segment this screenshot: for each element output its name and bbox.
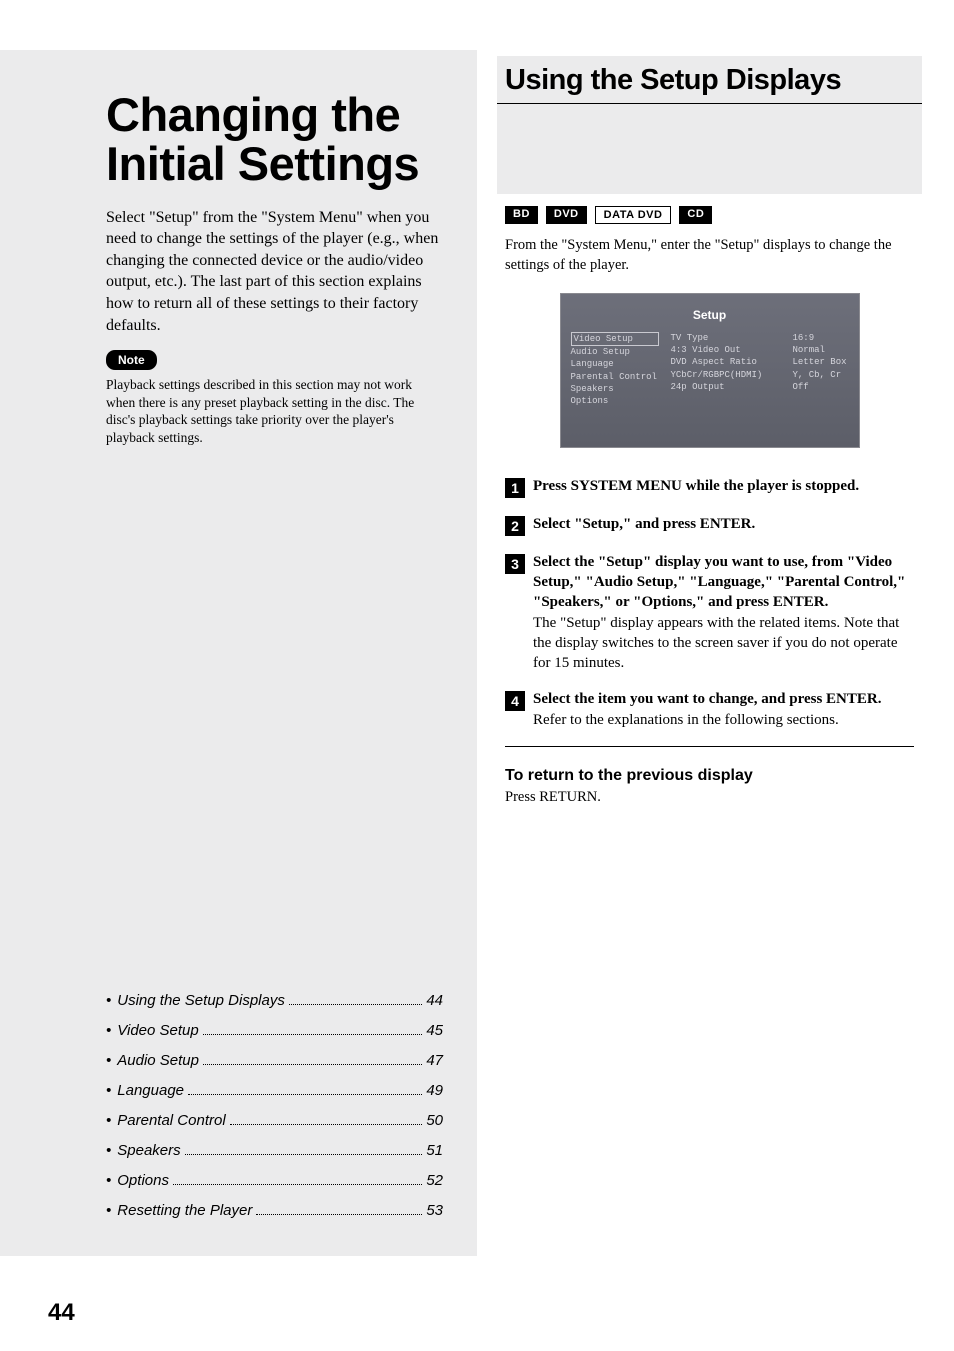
step: 2 Select "Setup," and press ENTER. xyxy=(505,514,914,536)
step-instruction: Press SYSTEM MENU while the player is st… xyxy=(533,478,859,494)
toc-item: •Parental Control50 xyxy=(106,1106,443,1136)
setup-setting-value: Normal xyxy=(793,344,849,356)
setup-setting-label: 4:3 Video Out xyxy=(671,344,781,356)
subsection-heading: To return to the previous display xyxy=(505,767,914,785)
page-number: 44 xyxy=(48,1299,75,1327)
toc-label: Parental Control xyxy=(117,1106,225,1136)
step-number: 2 xyxy=(505,516,525,536)
toc-label: Language xyxy=(117,1076,184,1106)
toc-page: 49 xyxy=(426,1076,443,1106)
toc-label: Video Setup xyxy=(117,1016,198,1046)
toc-page: 53 xyxy=(426,1196,443,1226)
toc-item: •Speakers51 xyxy=(106,1136,443,1166)
toc-item: •Audio Setup47 xyxy=(106,1046,443,1076)
step-instruction: Select the "Setup" display you want to u… xyxy=(533,554,905,611)
setup-setting-value: Off xyxy=(793,381,849,393)
step-instruction: Select "Setup," and press ENTER. xyxy=(533,516,755,532)
toc-page: 44 xyxy=(426,986,443,1016)
setup-screenshot: Setup Video Setup Audio Setup Language P… xyxy=(560,293,860,448)
step: 3 Select the "Setup" display you want to… xyxy=(505,552,914,674)
toc-item: •Options52 xyxy=(106,1166,443,1196)
setup-menu-item: Audio Setup xyxy=(571,346,659,358)
setup-menu-item: Parental Control xyxy=(571,371,659,383)
disc-badges: BD DVD DATA DVD CD xyxy=(505,206,914,224)
note-label: Note xyxy=(106,350,157,370)
section-intro: From the "System Menu," enter the "Setup… xyxy=(505,236,914,275)
toc-item: •Language49 xyxy=(106,1076,443,1106)
toc-label: Speakers xyxy=(117,1136,180,1166)
setup-menu-item: Video Setup xyxy=(571,332,659,346)
setup-setting-label: YCbCr/RGBPC(HDMI) xyxy=(671,369,781,381)
step: 1 Press SYSTEM MENU while the player is … xyxy=(505,476,914,498)
toc-page: 47 xyxy=(426,1046,443,1076)
step-note: The "Setup" display appears with the rel… xyxy=(533,615,899,672)
setup-setting-label: DVD Aspect Ratio xyxy=(671,356,781,368)
setup-menu-item: Options xyxy=(571,395,659,407)
setup-setting-label: TV Type xyxy=(671,332,781,344)
step-number: 3 xyxy=(505,554,525,574)
badge-cd: CD xyxy=(679,206,712,224)
setup-menu-item: Speakers xyxy=(571,383,659,395)
toc-page: 45 xyxy=(426,1016,443,1046)
badge-datadvd: DATA DVD xyxy=(595,206,672,224)
toc-page: 51 xyxy=(426,1136,443,1166)
toc-item: •Resetting the Player53 xyxy=(106,1196,443,1226)
toc-label: Using the Setup Displays xyxy=(117,986,285,1016)
section-title: Using the Setup Displays xyxy=(497,56,922,104)
toc-item: •Video Setup45 xyxy=(106,1016,443,1046)
toc-label: Audio Setup xyxy=(117,1046,199,1076)
divider xyxy=(505,746,914,747)
step-note: Refer to the explanations in the followi… xyxy=(533,712,839,728)
toc-page: 52 xyxy=(426,1166,443,1196)
chapter-intro: Select "Setup" from the "System Menu" wh… xyxy=(106,207,443,337)
step: 4 Select the item you want to change, an… xyxy=(505,689,914,730)
note-text: Playback settings described in this sect… xyxy=(106,376,443,446)
setup-setting-value: Letter Box xyxy=(793,356,849,368)
setup-setting-value: 16:9 xyxy=(793,332,849,344)
step-number: 4 xyxy=(505,691,525,711)
setup-screenshot-title: Setup xyxy=(571,308,849,322)
setup-menu-item: Language xyxy=(571,358,659,370)
toc-label: Resetting the Player xyxy=(117,1196,252,1226)
table-of-contents: •Using the Setup Displays44 •Video Setup… xyxy=(106,986,443,1226)
step-instruction: Select the item you want to change, and … xyxy=(533,691,881,707)
subsection-body: Press RETURN. xyxy=(505,789,914,806)
setup-setting-label: 24p Output xyxy=(671,381,781,393)
chapter-title: Changing the Initial Settings xyxy=(106,90,443,189)
badge-dvd: DVD xyxy=(546,206,587,224)
toc-item: •Using the Setup Displays44 xyxy=(106,986,443,1016)
setup-setting-value: Y, Cb, Cr xyxy=(793,369,849,381)
badge-bd: BD xyxy=(505,206,538,224)
step-number: 1 xyxy=(505,478,525,498)
toc-page: 50 xyxy=(426,1106,443,1136)
steps-list: 1 Press SYSTEM MENU while the player is … xyxy=(505,476,914,730)
toc-label: Options xyxy=(117,1166,169,1196)
